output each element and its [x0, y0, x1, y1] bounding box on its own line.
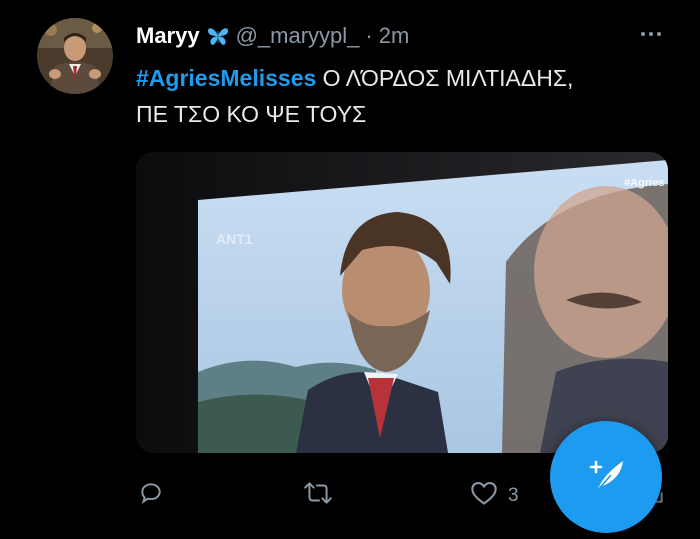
- like-button[interactable]: 3: [470, 480, 519, 512]
- retweet-button[interactable]: [303, 480, 333, 512]
- retweet-icon: [303, 480, 333, 512]
- compose-tweet-button[interactable]: [550, 421, 662, 533]
- tweet-header: Maryy @_maryypl_ · 2m: [136, 20, 660, 52]
- channel-logo: ANT1: [216, 231, 253, 247]
- tv-photo: ANT1 #Agries: [136, 152, 668, 453]
- like-count: 3: [508, 485, 519, 506]
- tweet-media[interactable]: ANT1 #Agries: [136, 152, 668, 453]
- more-icon[interactable]: [636, 24, 666, 44]
- tweet[interactable]: Maryy @_maryypl_ · 2m #AgriesMelisses Ο …: [0, 0, 700, 539]
- compose-tweet-icon: [583, 455, 629, 500]
- separator-dot: ·: [365, 23, 373, 48]
- tweet-text: #AgriesMelisses Ο ΛΌΡΔΟΣ ΜΙΛΤΙΑΔΗΣ, ΠΕ Τ…: [136, 60, 666, 132]
- tweet-text-line2: ΠΕ ΤΣΟ ΚΟ ΨΕ ΤΟΥΣ: [136, 101, 367, 127]
- tweet-text-line1: Ο ΛΌΡΔΟΣ ΜΙΛΤΙΑΔΗΣ,: [316, 65, 574, 91]
- avatar[interactable]: [37, 18, 113, 94]
- overlay-hashtag: #Agries: [624, 177, 664, 189]
- author-handle[interactable]: @_maryypl_: [236, 23, 360, 49]
- hashtag-link[interactable]: #AgriesMelisses: [136, 65, 316, 91]
- tweet-time[interactable]: 2m: [379, 23, 410, 49]
- avatar-image: [37, 18, 113, 94]
- butterfly-icon: [206, 25, 230, 47]
- like-icon: [470, 480, 498, 512]
- reply-icon: [138, 480, 164, 512]
- reply-button[interactable]: [138, 480, 164, 512]
- author-name[interactable]: Maryy: [136, 23, 200, 49]
